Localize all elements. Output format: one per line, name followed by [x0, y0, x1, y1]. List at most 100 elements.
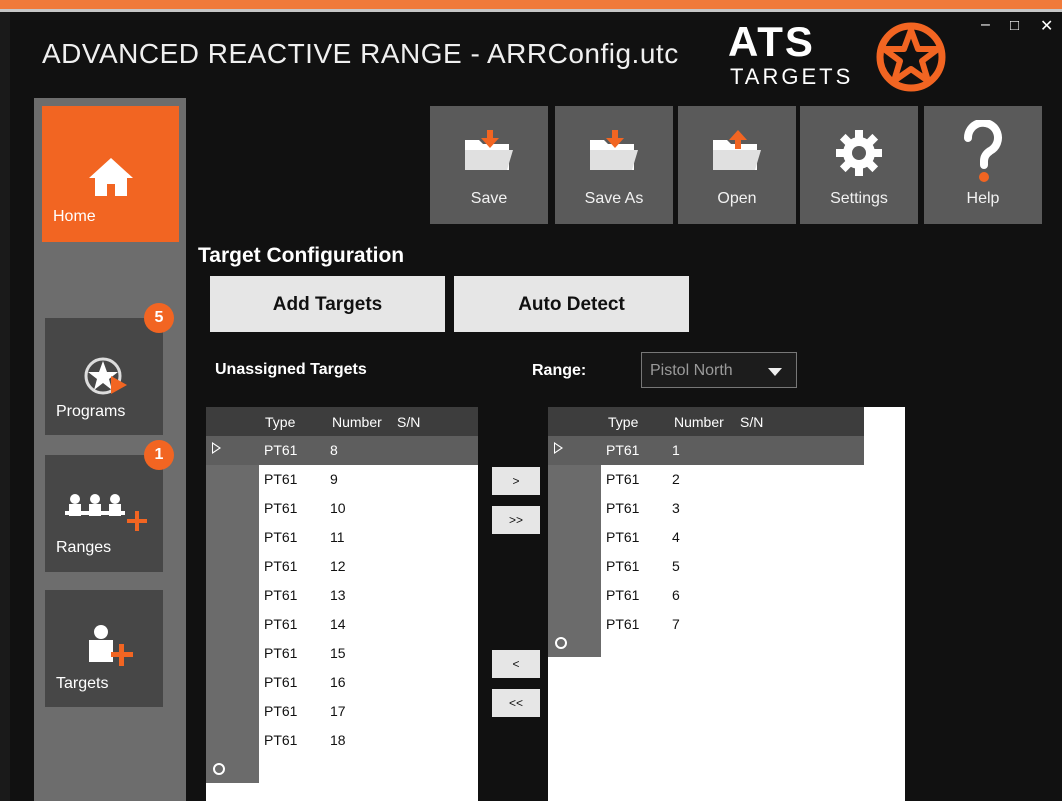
- save-as-button[interactable]: Save As: [555, 106, 673, 224]
- save-button[interactable]: Save: [430, 106, 548, 224]
- cell-number: 1: [672, 442, 680, 458]
- range-label: Range:: [532, 362, 587, 379]
- star-emblem-icon: [876, 22, 946, 92]
- minimize-button[interactable]: –: [981, 16, 990, 34]
- table-row[interactable]: PT61 7: [548, 610, 864, 639]
- cell-number: 8: [330, 442, 338, 458]
- cell-type: PT61: [264, 471, 298, 487]
- column-header-type[interactable]: Type: [265, 414, 295, 430]
- nav-home[interactable]: Home: [42, 106, 179, 242]
- cell-number: 4: [672, 529, 680, 545]
- unassigned-targets-label: Unassigned Targets: [215, 361, 367, 378]
- table-row[interactable]: PT61 10: [206, 494, 478, 523]
- table-row[interactable]: PT61 18: [206, 726, 478, 755]
- new-row-icon: [213, 763, 225, 775]
- range-targets-grid[interactable]: Type Number S/N PT61 1 PT61 2 PT61 3 PT61 4 PT61…: [548, 407, 905, 801]
- cell-number: 11: [330, 529, 345, 545]
- star-play-icon: [84, 357, 127, 395]
- table-row[interactable]: PT61 16: [206, 668, 478, 697]
- cell-type: PT61: [264, 616, 298, 632]
- help-button-label: Help: [966, 190, 1000, 207]
- cell-type: PT61: [264, 732, 298, 748]
- table-row[interactable]: PT61 15: [206, 639, 478, 668]
- gear-icon: [836, 130, 882, 176]
- table-row[interactable]: PT61 3: [548, 494, 864, 523]
- table-row[interactable]: PT61 5: [548, 552, 864, 581]
- nav-ranges[interactable]: Ranges: [45, 455, 163, 572]
- nav-programs-label: Programs: [56, 403, 126, 420]
- maximize-button[interactable]: □: [1010, 17, 1019, 34]
- column-header-sn[interactable]: S/N: [397, 414, 420, 430]
- auto-detect-button[interactable]: Auto Detect: [454, 276, 689, 332]
- column-header-number[interactable]: Number: [332, 414, 382, 430]
- ats-targets-logo: ATS TARGETS: [728, 18, 948, 98]
- table-row[interactable]: PT61 4: [548, 523, 864, 552]
- cell-number: 7: [672, 616, 680, 632]
- table-row[interactable]: PT61 9: [206, 465, 478, 494]
- table-row[interactable]: PT61 14: [206, 610, 478, 639]
- nav-targets[interactable]: Targets: [45, 590, 163, 707]
- move-all-left-button[interactable]: <<: [492, 689, 540, 717]
- range-select-value: Pistol North: [650, 362, 733, 379]
- help-icon: [963, 118, 1002, 182]
- cell-number: 6: [672, 587, 680, 603]
- cell-number: 14: [330, 616, 346, 632]
- grid-header: Type Number S/N: [206, 407, 478, 436]
- open-folder-icon: [713, 130, 761, 170]
- current-row-indicator-icon: [212, 442, 221, 454]
- cell-type: PT61: [264, 500, 298, 516]
- move-left-button[interactable]: <: [492, 650, 540, 678]
- programs-badge: 5: [144, 303, 174, 333]
- column-header-type[interactable]: Type: [608, 414, 638, 430]
- table-row[interactable]: PT61 2: [548, 465, 864, 494]
- unassigned-targets-grid[interactable]: Type Number S/N PT61 8 PT61 9 PT61 10 PT61 11 PT…: [206, 407, 478, 801]
- cell-type: PT61: [606, 587, 640, 603]
- title-accent-strip: [0, 0, 1062, 9]
- open-button[interactable]: Open: [678, 106, 796, 224]
- column-header-number[interactable]: Number: [674, 414, 724, 430]
- cell-number: 13: [330, 587, 346, 603]
- current-row-indicator-icon: [554, 442, 563, 454]
- cell-type: PT61: [606, 529, 640, 545]
- nav-targets-label: Targets: [56, 675, 109, 692]
- table-row[interactable]: PT61 11: [206, 523, 478, 552]
- cell-type: PT61: [264, 587, 298, 603]
- cell-number: 10: [330, 500, 346, 516]
- table-row[interactable]: PT61 17: [206, 697, 478, 726]
- save-as-folder-icon: [590, 130, 638, 170]
- page-title: Target Configuration: [198, 244, 405, 267]
- table-row[interactable]: PT61 1: [548, 436, 864, 465]
- settings-button[interactable]: Settings: [800, 106, 918, 224]
- logo-ats-text: ATS: [728, 18, 815, 65]
- cell-type: PT61: [606, 471, 640, 487]
- cell-number: 9: [330, 471, 338, 487]
- cell-type: PT61: [264, 674, 298, 690]
- cell-number: 16: [330, 674, 346, 690]
- close-button[interactable]: ✕: [1040, 16, 1053, 36]
- move-right-button[interactable]: >: [492, 467, 540, 495]
- add-targets-button[interactable]: Add Targets: [210, 276, 445, 332]
- cell-number: 3: [672, 500, 680, 516]
- table-row[interactable]: PT61 13: [206, 581, 478, 610]
- cell-number: 15: [330, 645, 346, 661]
- nav-home-label: Home: [53, 208, 96, 225]
- cell-type: PT61: [606, 616, 640, 632]
- nav-programs[interactable]: Programs: [45, 318, 163, 435]
- cell-type: PT61: [264, 703, 298, 719]
- save-button-label: Save: [470, 190, 508, 207]
- grid-header: Type Number S/N: [548, 407, 864, 436]
- table-row[interactable]: PT61 8: [206, 436, 478, 465]
- move-all-right-button[interactable]: >>: [492, 506, 540, 534]
- cell-type: PT61: [264, 558, 298, 574]
- range-select[interactable]: Pistol North: [641, 352, 797, 388]
- cell-type: PT61: [606, 500, 640, 516]
- window-title: ADVANCED REACTIVE RANGE - ARRConfig.utc: [42, 38, 679, 69]
- table-row[interactable]: PT61 6: [548, 581, 864, 610]
- help-button[interactable]: Help: [924, 106, 1042, 224]
- cell-type: PT61: [264, 529, 298, 545]
- column-header-sn[interactable]: S/N: [740, 414, 763, 430]
- chevron-down-icon: [768, 368, 782, 376]
- settings-button-label: Settings: [830, 190, 888, 207]
- home-icon: [89, 158, 133, 196]
- table-row[interactable]: PT61 12: [206, 552, 478, 581]
